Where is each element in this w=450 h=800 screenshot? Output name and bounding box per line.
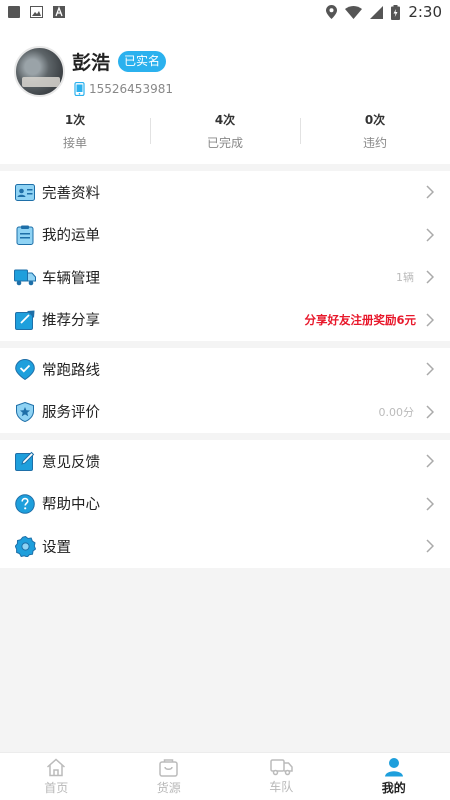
tab-label: 首页: [44, 780, 69, 795]
user-icon: [384, 758, 403, 777]
feedback-icon: [14, 450, 36, 472]
status-bar: 2:30: [0, 0, 450, 24]
help-icon: [14, 493, 36, 515]
phone-row: 15526453981: [74, 82, 173, 96]
tab-fleet[interactable]: 车队: [225, 753, 338, 800]
cargo-icon: [159, 758, 178, 777]
stat-value: 4次: [214, 113, 236, 127]
chevron-right-icon: [426, 362, 434, 376]
phone-number: 15526453981: [89, 82, 173, 96]
notification-icon: [8, 6, 20, 18]
battery-icon: [391, 4, 401, 20]
phone-icon: [74, 82, 85, 96]
menu-label: 我的运单: [42, 228, 100, 245]
menu-item-help-center[interactable]: 帮助中心: [0, 483, 450, 526]
menu-group-account: 完善资料 我的运单 车辆管理 1辆 推荐分享 分享好友注册奖励6元: [0, 171, 450, 341]
home-icon: [47, 757, 66, 776]
chevron-right-icon: [426, 497, 434, 511]
menu-label: 意见反馈: [42, 454, 100, 471]
vehicle-count: 1辆: [396, 271, 414, 285]
user-name: 彭浩: [72, 52, 111, 74]
stat-label: 违约: [362, 136, 387, 150]
menu-item-feedback[interactable]: 意见反馈: [0, 440, 450, 483]
menu-item-recommend-share[interactable]: 推荐分享 分享好友注册奖励6元: [0, 299, 450, 342]
verified-badge: 已实名: [118, 51, 167, 72]
bottom-tab-bar: 首页 货源 车队 我的: [0, 752, 450, 800]
tab-label: 货源: [156, 780, 181, 795]
stat-completed[interactable]: 4次 已完成: [150, 112, 300, 151]
clock: 2:30: [408, 3, 442, 21]
menu-item-complete-profile[interactable]: 完善资料: [0, 171, 450, 214]
menu-label: 帮助中心: [42, 497, 100, 514]
menu-item-settings[interactable]: 设置: [0, 525, 450, 568]
tab-cargo[interactable]: 货源: [113, 753, 226, 800]
signal-icon: [370, 5, 384, 19]
id-card-icon: [14, 181, 36, 203]
share-reward-text: 分享好友注册奖励6元: [304, 312, 416, 327]
menu-item-my-orders[interactable]: 我的运单: [0, 214, 450, 257]
avatar[interactable]: [14, 46, 65, 97]
tab-label: 车队: [269, 780, 294, 794]
stat-value: 1次: [64, 113, 86, 127]
location-icon: [326, 5, 338, 19]
chevron-right-icon: [426, 185, 434, 199]
stat-label: 已完成: [206, 136, 243, 150]
stat-violations[interactable]: 0次 违约: [300, 112, 450, 151]
menu-label: 服务评价: [42, 405, 100, 422]
clipboard-icon: [14, 224, 36, 246]
menu-item-frequent-routes[interactable]: 常跑路线: [0, 348, 450, 391]
menu-label: 常跑路线: [42, 362, 100, 379]
menu-group-support: 意见反馈 帮助中心 设置: [0, 440, 450, 568]
chevron-right-icon: [426, 405, 434, 419]
font-notification-icon: [53, 6, 65, 18]
menu-label: 推荐分享: [42, 313, 100, 330]
truck-icon: [14, 266, 36, 288]
rating-icon: [14, 401, 36, 423]
chevron-right-icon: [426, 539, 434, 553]
menu-label: 设置: [42, 539, 71, 556]
stat-orders[interactable]: 1次 接单: [0, 112, 150, 151]
stat-value: 0次: [364, 113, 386, 127]
tab-mine[interactable]: 我的: [338, 753, 450, 800]
menu-label: 完善资料: [42, 185, 100, 202]
rating-score: 0.00分: [378, 405, 415, 419]
stats-row: 1次 接单 4次 已完成 0次 违约: [0, 112, 450, 151]
tab-label: 我的: [381, 781, 406, 795]
chevron-right-icon: [426, 270, 434, 284]
fleet-icon: [270, 759, 293, 776]
stat-label: 接单: [62, 136, 87, 150]
tab-home[interactable]: 首页: [0, 753, 113, 800]
menu-item-service-rating[interactable]: 服务评价 0.00分: [0, 391, 450, 434]
menu-group-routes: 常跑路线 服务评价 0.00分: [0, 348, 450, 433]
chevron-right-icon: [426, 228, 434, 242]
image-notification-icon: [30, 6, 43, 18]
menu-item-vehicle-management[interactable]: 车辆管理 1辆: [0, 256, 450, 299]
wifi-icon: [345, 5, 363, 19]
chevron-right-icon: [426, 454, 434, 468]
menu-label: 车辆管理: [42, 270, 100, 287]
share-icon: [14, 309, 36, 331]
chevron-right-icon: [426, 313, 434, 327]
settings-icon: [14, 535, 36, 557]
profile-header: 彭浩 已实名 15526453981 1次 接单 4次 已完成 0次 违约: [0, 24, 450, 164]
map-pin-icon: [14, 358, 36, 380]
